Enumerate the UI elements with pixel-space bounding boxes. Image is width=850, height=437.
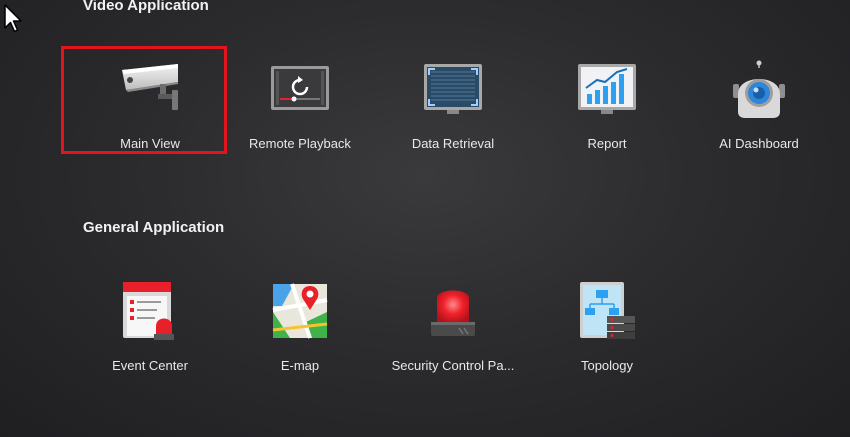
camera-icon — [120, 60, 180, 120]
data-retrieval-tile[interactable]: Data Retrieval — [378, 48, 528, 151]
topology-tile[interactable]: Topology — [532, 270, 682, 373]
remote-playback-tile[interactable]: Remote Playback — [225, 48, 375, 151]
video-application-heading: Video Application — [83, 0, 209, 14]
map-pin-icon — [270, 282, 330, 342]
topology-icon — [577, 282, 637, 342]
topology-label: Topology — [580, 358, 634, 373]
event-center-icon — [120, 282, 180, 342]
e-map-tile[interactable]: E-map — [225, 270, 375, 373]
ai-dashboard-tile[interactable]: AI Dashboard — [684, 48, 834, 151]
data-retrieval-icon — [423, 60, 483, 120]
ai-dashboard-label: AI Dashboard — [719, 136, 799, 151]
alarm-light-icon — [423, 282, 483, 342]
report-tile[interactable]: Report — [532, 48, 682, 151]
general-application-heading: General Application — [83, 219, 225, 236]
security-control-panel-tile[interactable]: Security Control Pa... — [378, 270, 528, 373]
report-chart-icon — [577, 60, 637, 120]
mouse-pointer-icon — [4, 4, 22, 33]
robot-icon — [729, 60, 789, 120]
playback-icon — [270, 60, 330, 120]
event-center-tile[interactable]: Event Center — [75, 270, 225, 373]
main-view-tile[interactable]: Main View — [61, 46, 227, 154]
